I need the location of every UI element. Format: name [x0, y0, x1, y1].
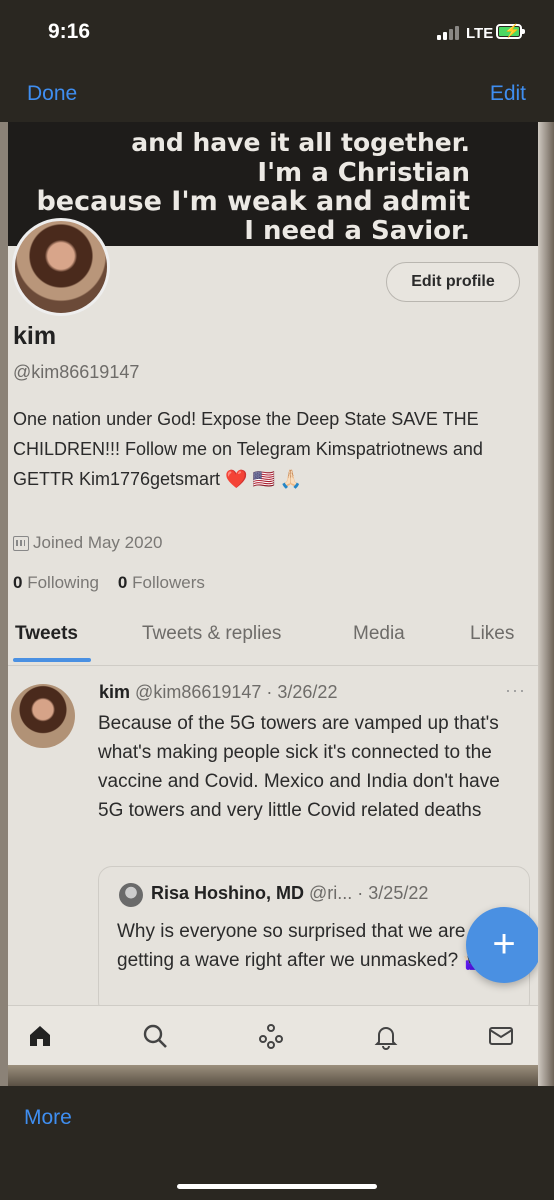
photo-content: and have it all together. I'm a Christia…	[0, 122, 554, 1086]
home-indicator[interactable]	[177, 1184, 377, 1189]
joined-date: Joined May 2020	[13, 533, 162, 553]
profile-handle: @kim86619147	[13, 362, 140, 382]
tweet-author-name[interactable]: kim	[99, 682, 130, 702]
calendar-icon	[13, 535, 29, 551]
followers-count: 0	[117, 573, 128, 592]
compose-tweet-button[interactable]: +	[466, 907, 542, 983]
photo-left-edge	[0, 122, 8, 1086]
home-icon[interactable]	[26, 1022, 54, 1050]
tab-likes[interactable]: Likes	[470, 623, 514, 645]
search-icon[interactable]	[141, 1022, 169, 1050]
tweet-text: Because of the 5G towers are vamped up t…	[98, 713, 500, 821]
active-tab-indicator	[13, 658, 91, 662]
done-button[interactable]: Done	[27, 82, 77, 106]
signal-icon	[437, 26, 459, 40]
following-count: 0	[13, 573, 23, 592]
status-time: 9:16	[48, 20, 91, 43]
photo-bottom-edge	[0, 1065, 554, 1086]
follow-stats: 0 Following 0 Followers	[13, 573, 205, 593]
quote-header: Risa Hoshino, MD @ri... · 3/25/22	[151, 883, 428, 904]
profile-avatar[interactable]	[12, 218, 110, 316]
banner-line-1: and have it all together.	[131, 128, 470, 157]
tweet-avatar[interactable]	[11, 684, 75, 748]
notifications-icon[interactable]	[372, 1022, 400, 1050]
profile-tabs: Tweets Tweets & replies Media Likes	[0, 619, 554, 665]
tab-tweets[interactable]: Tweets	[15, 623, 78, 645]
tabs-divider	[0, 665, 554, 666]
banner-line-3: because I'm weak and admit	[36, 186, 470, 217]
quote-meta: @ri... · 3/25/22	[309, 883, 429, 903]
battery-icon: ⚡	[496, 23, 525, 39]
joined-text: Joined May 2020	[33, 533, 163, 552]
tweet-header: kim @kim86619147 · 3/26/22	[99, 682, 337, 703]
status-bar: 9:16 LTE ⚡	[0, 0, 554, 64]
banner-line-2: I'm a Christian	[257, 158, 470, 188]
followers-label: Followers	[132, 573, 205, 592]
profile-bio: One nation under God! Expose the Deep St…	[13, 409, 483, 489]
viewer-nav-bar	[0, 64, 554, 126]
more-button[interactable]: More	[24, 1106, 72, 1130]
banner-line-4: I need a Savior.	[244, 216, 470, 246]
profile-name: kim	[13, 322, 57, 350]
following-label: Following	[27, 573, 100, 592]
bottom-toolbar	[0, 1086, 554, 1200]
tweet-meta: @kim86619147 · 3/26/22	[135, 682, 338, 702]
spaces-icon[interactable]	[257, 1022, 285, 1050]
edit-button[interactable]: Edit	[490, 82, 526, 106]
quote-author-name: Risa Hoshino, MD	[151, 883, 305, 903]
quote-text: Why is everyone so surprised that we are…	[117, 921, 488, 971]
messages-icon[interactable]	[487, 1022, 515, 1050]
followers-link[interactable]: 0 Followers	[118, 573, 205, 592]
tab-tweets-replies[interactable]: Tweets & replies	[142, 623, 281, 645]
following-link[interactable]: 0 Following	[13, 573, 99, 592]
tab-media[interactable]: Media	[353, 623, 405, 645]
photo-right-edge	[538, 122, 554, 1086]
quote-avatar	[119, 883, 143, 907]
network-label: LTE	[466, 25, 494, 42]
tweet-more-icon[interactable]: ···	[505, 680, 526, 701]
edit-profile-button[interactable]: Edit profile	[386, 262, 520, 302]
bottom-navigation	[0, 1005, 554, 1066]
